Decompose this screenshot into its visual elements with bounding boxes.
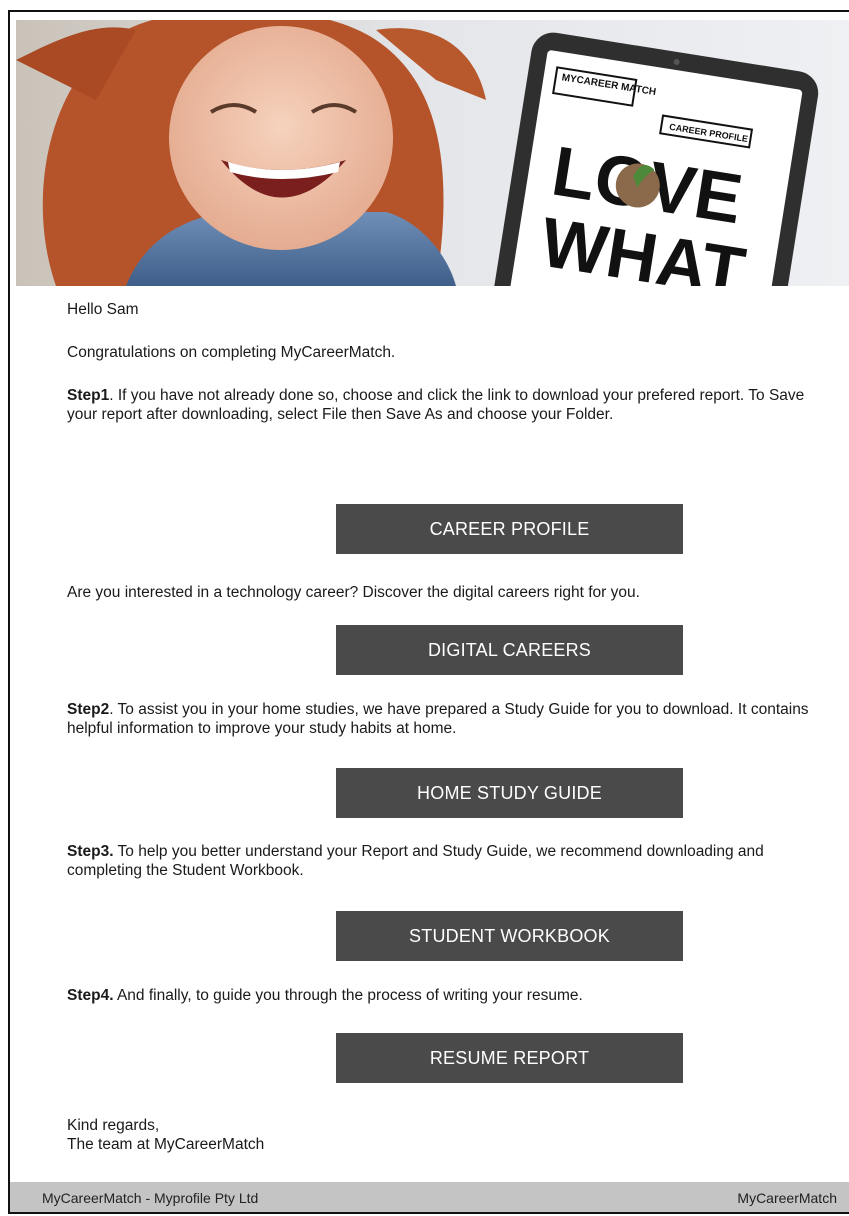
greeting-text: Hello Sam <box>67 301 139 318</box>
footer-company-text: MyCareerMatch - Myprofile Pty Ltd <box>42 1190 259 1206</box>
step1-paragraph: Step1. If you have not already done so, … <box>67 386 827 424</box>
footer-brand-text: MyCareerMatch <box>737 1190 837 1206</box>
step3-text: To help you better understand your Repor… <box>67 843 764 879</box>
step4-paragraph: Step4. And finally, to guide you through… <box>67 986 827 1005</box>
career-profile-button[interactable]: CAREER PROFILE <box>336 504 683 554</box>
step1-label: Step1 <box>67 387 110 404</box>
student-workbook-button[interactable]: STUDENT WORKBOOK <box>336 911 683 961</box>
step1-text: . If you have not already done so, choos… <box>67 387 805 423</box>
home-study-guide-button[interactable]: HOME STUDY GUIDE <box>336 768 683 818</box>
technology-career-text: Are you interested in a technology caree… <box>67 584 640 601</box>
step4-text: And finally, to guide you through the pr… <box>113 987 583 1004</box>
digital-careers-button[interactable]: DIGITAL CAREERS <box>336 625 683 675</box>
step2-text: . To assist you in your home studies, we… <box>67 701 809 737</box>
signoff-line-2: The team at MyCareerMatch <box>67 1136 265 1153</box>
hero-illustration: MYCAREER MATCH CAREER PROFILE LOVE WHAT <box>16 20 849 286</box>
step2-paragraph: Step2. To assist you in your home studie… <box>67 700 827 738</box>
step3-paragraph: Step3. To help you better understand you… <box>67 842 827 880</box>
email-frame: MYCAREER MATCH CAREER PROFILE LOVE WHAT … <box>8 10 849 1214</box>
step2-label: Step2 <box>67 701 110 718</box>
hero-banner-image: MYCAREER MATCH CAREER PROFILE LOVE WHAT <box>16 20 849 286</box>
email-footer: MyCareerMatch - Myprofile Pty Ltd MyCare… <box>10 1182 849 1212</box>
step3-label: Step3. <box>67 843 114 860</box>
step4-label: Step4. <box>67 987 114 1004</box>
signoff-line-1: Kind regards, <box>67 1117 160 1134</box>
congratulations-text: Congratulations on completing MyCareerMa… <box>67 344 396 361</box>
resume-report-button[interactable]: RESUME REPORT <box>336 1033 683 1083</box>
